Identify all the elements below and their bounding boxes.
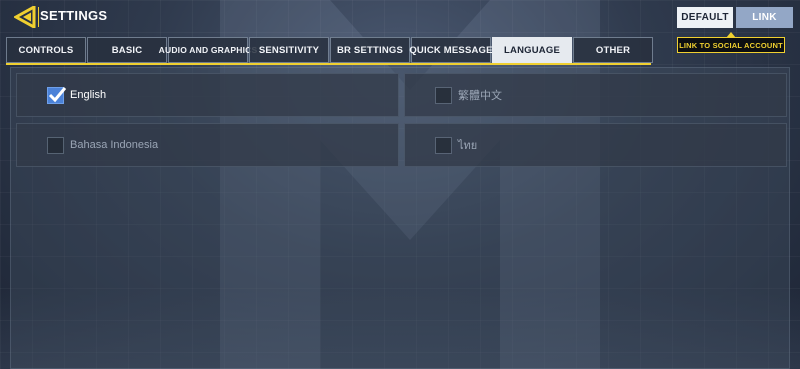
tab-controls[interactable]: CONTROLS [6,37,86,63]
back-arrow-icon [12,4,36,30]
tab-basic[interactable]: BASIC [87,37,167,63]
checkbox-thai[interactable] [435,136,452,154]
title-divider [38,7,39,27]
language-option-thai[interactable]: ไทย [404,123,787,167]
default-button[interactable]: DEFAULT [677,7,733,28]
language-label-bahasa-indonesia: Bahasa Indonesia [70,139,159,151]
link-button[interactable]: LINK [736,7,793,28]
language-label-traditional-chinese: 繁體中文 [458,90,502,102]
tab-sensitivity[interactable]: SENSITIVITY [249,37,329,63]
link-tooltip: LINK TO SOCIAL ACCOUNT [677,32,785,53]
tab-audio-and-graphics[interactable]: AUDIO AND GRAPHICS [159,37,257,63]
language-label-thai: ไทย [458,140,478,152]
language-option-english[interactable]: English [16,73,399,117]
tab-language[interactable]: LANGUAGE [492,37,572,63]
language-option-bahasa-indonesia[interactable]: Bahasa Indonesia [16,123,399,167]
checkbox-english[interactable] [47,86,67,104]
tab-other[interactable]: OTHER [573,37,653,63]
language-option-traditional-chinese[interactable]: 繁體中文 [404,73,787,117]
page-title: SETTINGS [40,8,108,23]
language-label-english: English [70,89,107,101]
back-button[interactable] [12,4,38,30]
tab-underline [6,63,651,65]
checkbox-bahasa-indonesia[interactable] [47,136,64,154]
settings-tabs: CONTROLS BASIC AUDIO AND GRAPHICS SENSIT… [6,37,653,63]
tab-quick-message[interactable]: QUICK MESSAGE [409,37,492,63]
checkmark-icon [48,86,67,102]
tab-br-settings[interactable]: BR SETTINGS [330,37,410,63]
checkbox-traditional-chinese[interactable] [435,86,452,104]
language-panel: English 繁體中文 Bahasa Indonesia ไทย [10,67,790,369]
